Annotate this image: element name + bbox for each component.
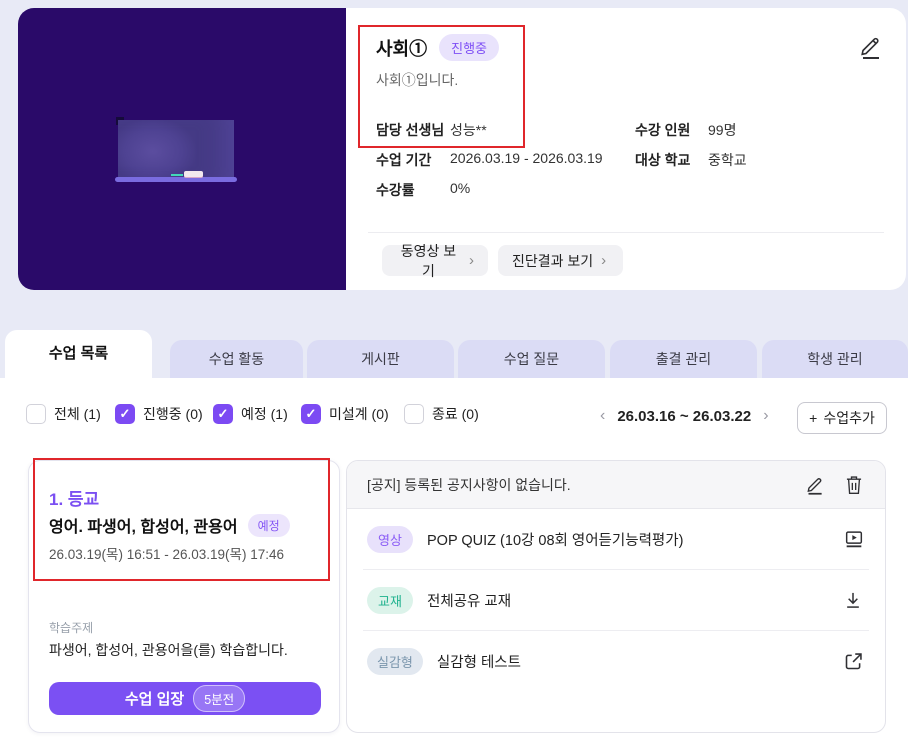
eraser <box>184 171 203 177</box>
class-time: 26.03.19(목) 16:51 - 26.03.19(목) 17:46 <box>49 547 284 562</box>
tab-class-question[interactable]: 수업 질문 <box>458 340 605 378</box>
activity-row-immersive[interactable]: 실감형 실감형 테스트 <box>347 631 885 691</box>
activity-row-textbook[interactable]: 교재 전체공유 교재 <box>347 570 885 630</box>
course-title: 사회① <box>376 38 428 59</box>
add-class-button[interactable]: + 수업추가 <box>797 402 887 434</box>
activity-type-badge: 영상 <box>367 525 413 553</box>
edit-icon <box>805 474 826 496</box>
tab-board[interactable]: 게시판 <box>307 340 454 378</box>
chevron-left-icon[interactable]: ‹ <box>600 408 605 424</box>
enter-countdown-badge: 5분전 <box>193 685 246 712</box>
video-play-button[interactable] <box>843 528 865 550</box>
edit-notice-button[interactable] <box>805 474 826 496</box>
page: 사회① 진행중 사회①입니다. 담당 선생님 성능** 수강 인원 99명 수업… <box>0 0 908 737</box>
blackboard-illustration <box>118 120 234 177</box>
edit-icon <box>858 33 886 61</box>
school-label: 대상 학교 <box>635 152 691 168</box>
checkbox-checked[interactable]: ✓ <box>301 404 321 424</box>
activity-type-badge: 실감형 <box>367 647 423 675</box>
download-icon <box>843 589 865 611</box>
video-play-icon <box>843 528 865 550</box>
open-external-button[interactable] <box>843 650 865 672</box>
watch-video-label: 동영상 보기 <box>400 242 457 279</box>
checkbox-unchecked[interactable] <box>404 404 424 424</box>
delete-notice-button[interactable] <box>844 474 865 496</box>
enter-class-label: 수업 입장 <box>124 691 185 708</box>
filter-in-progress[interactable]: ✓ 진행중 (0) <box>115 404 203 424</box>
activity-title: 전체공유 교재 <box>427 593 512 610</box>
school-value: 중학교 <box>708 152 747 168</box>
topic-text: 파생어, 합성어, 관용어을(를) 학습합니다. <box>49 642 288 658</box>
students-label: 수강 인원 <box>635 122 691 138</box>
course-status-badge: 진행중 <box>439 34 500 61</box>
add-class-label: 수업추가 <box>823 410 875 426</box>
chevron-right-icon[interactable]: › <box>763 408 768 424</box>
notice-bar: [공지] 등록된 공지사항이 없습니다. <box>347 461 885 509</box>
topic-label: 학습주제 <box>49 621 94 635</box>
edit-course-button[interactable] <box>858 32 886 62</box>
view-diagnosis-label: 진단결과 보기 <box>512 252 594 269</box>
week-navigation: ‹ 26.03.16 ~ 26.03.22 › <box>600 404 769 428</box>
external-link-icon <box>843 651 865 672</box>
class-subject-title: 영어. 파생어, 합성어, 관용어 <box>49 519 238 536</box>
activity-type-badge: 교재 <box>367 586 413 614</box>
checkbox-unchecked[interactable] <box>26 404 46 424</box>
activity-title: POP QUIZ (10강 08회 영어듣기능력평가) <box>427 532 684 549</box>
tab-class-activity[interactable]: 수업 활동 <box>170 340 303 378</box>
chevron-right-icon: › <box>469 252 474 269</box>
checkbox-checked[interactable]: ✓ <box>213 404 233 424</box>
tab-attendance[interactable]: 출결 관리 <box>610 340 757 378</box>
period-label: 수업 기간 <box>376 152 432 168</box>
notice-text: [공지] 등록된 공지사항이 없습니다. <box>367 476 571 493</box>
download-button[interactable] <box>843 589 865 611</box>
filter-label: 종료 (0) <box>432 406 479 422</box>
filter-undesigned[interactable]: ✓ 미설계 (0) <box>301 404 389 424</box>
course-description: 사회①입니다. <box>376 72 459 88</box>
header-divider <box>368 232 884 233</box>
check-icon: ✓ <box>305 406 317 421</box>
filter-label: 전체 (1) <box>54 406 101 422</box>
view-diagnosis-button[interactable]: 진단결과 보기 › <box>498 245 623 276</box>
activity-title: 실감형 테스트 <box>436 654 521 671</box>
class-status-badge: 예정 <box>247 513 290 537</box>
week-range: 26.03.16 ~ 26.03.22 <box>617 407 752 425</box>
checkbox-checked[interactable]: ✓ <box>115 404 135 424</box>
trash-icon <box>844 474 865 496</box>
blackboard-ledge <box>115 177 237 182</box>
teacher-label: 담당 선생님 <box>376 122 445 138</box>
filter-ended[interactable]: 종료 (0) <box>404 404 479 424</box>
chevron-right-icon: › <box>601 252 607 269</box>
watch-video-button[interactable]: 동영상 보기 › <box>382 243 488 279</box>
activity-panel: [공지] 등록된 공지사항이 없습니다. 영상 POP QUIZ (10강 08… <box>346 460 886 733</box>
course-header-card: 사회① 진행중 사회①입니다. 담당 선생님 성능** 수강 인원 99명 수업… <box>18 8 906 290</box>
filter-label: 진행중 (0) <box>143 406 203 422</box>
progress-value: 0% <box>450 180 471 196</box>
enter-class-button[interactable]: 수업 입장 5분전 <box>49 682 321 715</box>
filter-label: 예정 (1) <box>241 406 288 422</box>
filter-label: 미설계 (0) <box>329 406 389 422</box>
check-icon: ✓ <box>119 406 131 421</box>
filter-scheduled[interactable]: ✓ 예정 (1) <box>213 404 288 424</box>
chalk <box>171 174 183 176</box>
check-icon: ✓ <box>217 406 229 421</box>
activity-row-video[interactable]: 영상 POP QUIZ (10강 08회 영어듣기능력평가) <box>347 509 885 569</box>
teacher-value: 성능** <box>450 122 487 138</box>
tab-class-list[interactable]: 수업 목록 <box>5 330 152 378</box>
filter-all[interactable]: 전체 (1) <box>26 404 101 424</box>
students-value: 99명 <box>708 122 737 138</box>
class-order-title: 1. 등교 <box>49 490 100 509</box>
class-list-panel: 전체 (1) ✓ 진행중 (0) ✓ 예정 (1) ✓ 미설계 (0) 종료 (… <box>0 378 908 737</box>
progress-label: 수강률 <box>376 182 415 198</box>
plus-icon: + <box>809 410 818 426</box>
tab-students[interactable]: 학생 관리 <box>762 340 908 378</box>
course-hero-image <box>18 8 346 290</box>
class-card[interactable]: 1. 등교 영어. 파생어, 합성어, 관용어 예정 26.03.19(목) 1… <box>28 460 340 733</box>
period-value: 2026.03.19 - 2026.03.19 <box>450 150 603 166</box>
